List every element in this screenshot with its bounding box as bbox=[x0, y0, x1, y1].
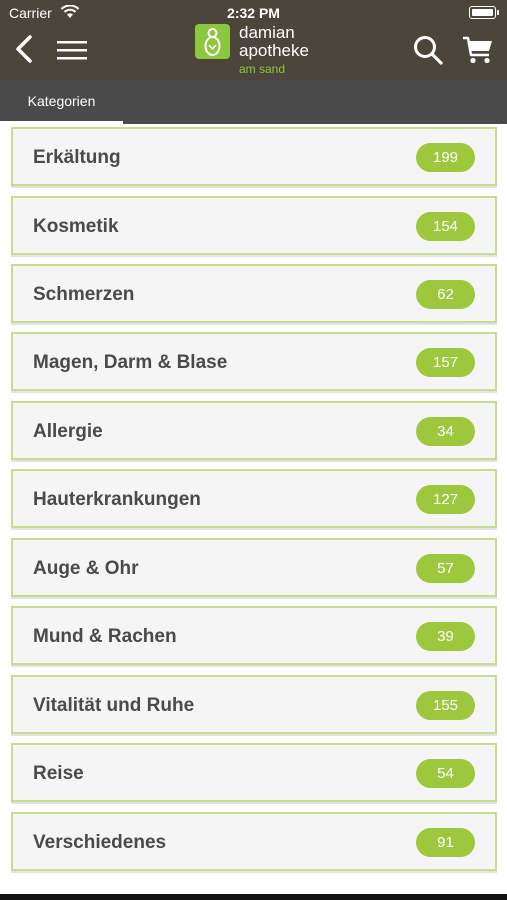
category-item[interactable]: Hauterkrankungen 127 bbox=[11, 469, 497, 528]
logo-line-1: damian bbox=[239, 23, 295, 42]
category-label: Reise bbox=[33, 763, 84, 784]
logo-mark-icon bbox=[195, 24, 230, 59]
category-count-badge: 91 bbox=[416, 828, 475, 857]
category-count-badge: 54 bbox=[416, 759, 475, 788]
tab-bar: Kategorien bbox=[0, 80, 507, 124]
bottom-edge bbox=[0, 894, 507, 900]
category-label: Erkältung bbox=[33, 147, 121, 168]
category-item[interactable]: Allergie 34 bbox=[11, 401, 497, 460]
category-item[interactable]: Mund & Rachen 39 bbox=[11, 606, 497, 665]
category-count-badge: 127 bbox=[416, 485, 475, 514]
category-count-badge: 155 bbox=[416, 691, 475, 720]
tab-active-indicator bbox=[0, 121, 123, 124]
category-item[interactable]: Kosmetik 154 bbox=[11, 196, 497, 255]
category-label: Allergie bbox=[33, 421, 103, 442]
category-item[interactable]: Verschiedenes 91 bbox=[11, 812, 497, 871]
category-label: Kosmetik bbox=[33, 216, 119, 237]
logo-subtitle: am sand bbox=[239, 62, 286, 76]
category-count-badge: 154 bbox=[416, 212, 475, 241]
category-label: Magen, Darm & Blase bbox=[33, 352, 228, 373]
category-item[interactable]: Auge & Ohr 57 bbox=[11, 538, 497, 597]
category-count-badge: 39 bbox=[416, 622, 475, 651]
category-item[interactable]: Schmerzen 62 bbox=[11, 264, 497, 323]
battery-icon bbox=[469, 6, 499, 19]
back-icon[interactable] bbox=[12, 34, 36, 64]
search-icon[interactable] bbox=[412, 34, 444, 66]
logo-line-2: apotheke bbox=[239, 41, 309, 60]
menu-icon[interactable] bbox=[56, 38, 88, 62]
category-count-badge: 157 bbox=[416, 348, 475, 377]
cart-icon[interactable] bbox=[462, 35, 494, 65]
category-label: Auge & Ohr bbox=[33, 558, 139, 579]
tab-kategorien[interactable]: Kategorien bbox=[0, 80, 123, 124]
category-count-badge: 57 bbox=[416, 554, 475, 583]
category-label: Schmerzen bbox=[33, 284, 135, 305]
status-time: 2:32 PM bbox=[227, 5, 280, 21]
category-count-badge: 34 bbox=[416, 417, 475, 446]
category-label: Verschiedenes bbox=[33, 832, 167, 853]
category-label: Hauterkrankungen bbox=[33, 489, 201, 510]
category-item[interactable]: Magen, Darm & Blase 157 bbox=[11, 332, 497, 391]
tab-label: Kategorien bbox=[27, 93, 96, 109]
category-item[interactable]: Vitalität und Ruhe 155 bbox=[11, 675, 497, 734]
category-count-badge: 62 bbox=[416, 280, 475, 309]
app-header: Carrier 2:32 PM damian apotheke am sand bbox=[0, 0, 507, 80]
category-label: Vitalität und Ruhe bbox=[33, 695, 195, 716]
category-label: Mund & Rachen bbox=[33, 626, 177, 647]
app-logo: damian apotheke am sand bbox=[195, 22, 325, 78]
category-count-badge: 199 bbox=[416, 143, 475, 172]
category-item[interactable]: Reise 54 bbox=[11, 743, 497, 802]
category-item[interactable]: Erkältung 199 bbox=[11, 127, 497, 186]
